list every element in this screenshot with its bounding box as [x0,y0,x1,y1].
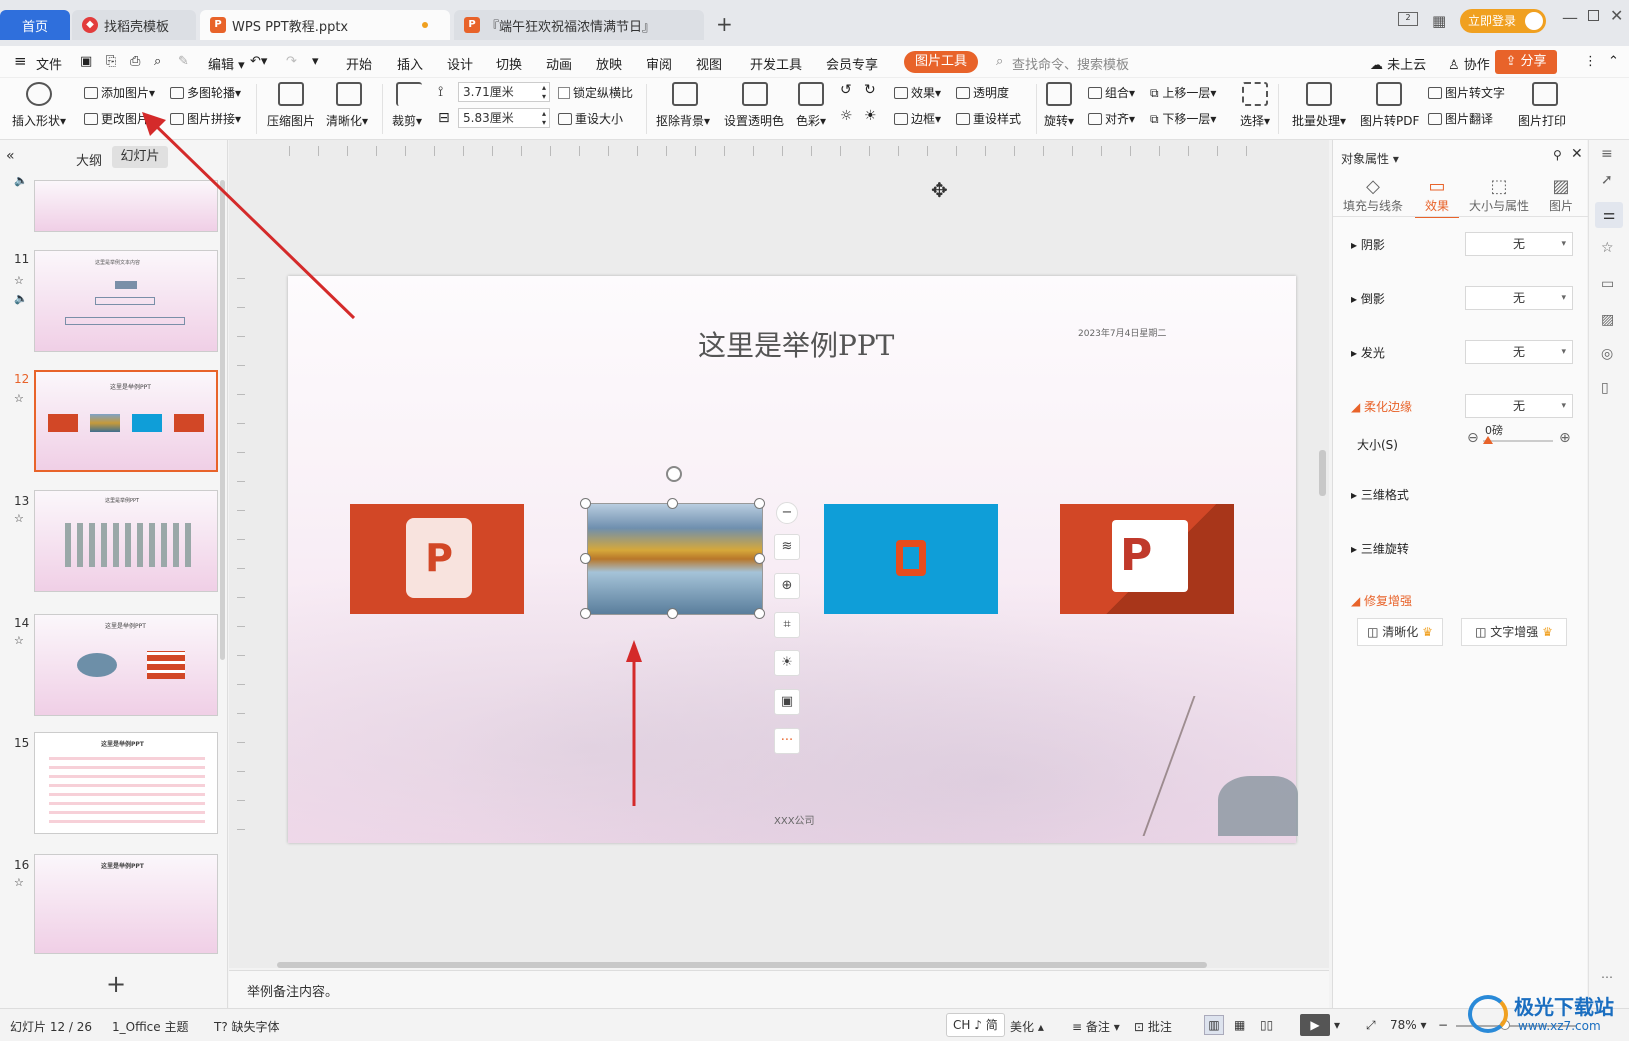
comment-toggle-label: 批注 [1147,1020,1172,1034]
tab-effect[interactable]: ▭ 效果 [1415,176,1459,218]
beautify-button[interactable]: 美化 ▴ [1010,1018,1044,1035]
beautify-label: 美化 [1010,1020,1035,1034]
sharpen-panel-icon: ◫ [1367,625,1379,639]
theme-name[interactable]: 1_Office 主题 [112,1018,188,1035]
ime-indicator[interactable]: CH ♪ 简 [946,1013,1005,1037]
glow-section[interactable]: ▸ 发光 [1351,344,1385,361]
repair-enhance-section[interactable]: ◢ 修复增强 [1351,592,1412,609]
notes-text[interactable]: 举例备注内容。 [247,981,338,1000]
tab-size-props[interactable]: ⬚ 大小与属性 [1467,176,1531,214]
crown-icon: ♛ [1422,625,1433,639]
reading-view-icon[interactable]: ▯▯ [1260,1018,1273,1032]
notes-toggle[interactable]: ≡ 备注 ▾ [1072,1018,1120,1035]
fill-icon: ◇ [1366,176,1380,197]
reflection-section[interactable]: ▸ 倒影 [1351,290,1385,307]
notes-toggle-label: 备注 [1085,1020,1110,1034]
shadow-select[interactable]: 无 [1465,232,1573,256]
normal-view-icon[interactable]: ▥ [1204,1015,1224,1035]
tab-picture[interactable]: ▨ 图片 [1539,176,1583,214]
effect-tab-icon: ▭ [1428,176,1446,197]
watermark-logo: 极光下载站 www.xz7.com [1468,987,1628,1041]
reflection-label: 倒影 [1360,292,1385,306]
tab-fill-line-label: 填充与线条 [1342,199,1403,213]
plus-circle-icon[interactable]: ⊕ [1559,430,1571,446]
tab-size-props-label: 大小与属性 [1468,199,1529,213]
missing-font-label: 缺失字体 [231,1020,280,1034]
object-properties-panel: 对象属性 ▾ ⚲ ✕ ◇ 填充与线条 ▭ 效果 ⬚ 大小与属性 ▨ 图片 ▸ 阴影 无 … [1332,140,1588,1008]
glow-label: 发光 [1360,346,1385,360]
crown-icon: ♛ [1542,625,1553,639]
tab-fill-line[interactable]: ◇ 填充与线条 [1341,176,1405,214]
star-shape-icon[interactable]: ☆ [1601,240,1614,256]
sharpen-panel-label: 清晰化 [1382,625,1419,639]
3d-rotation-label: 三维旋转 [1360,542,1409,556]
panel-header[interactable]: 对象属性 ▾ [1341,150,1399,167]
arrow-to-change-picture [150,120,356,320]
divider [1333,216,1588,217]
text-enhance-button[interactable]: ◫ 文字增强 ♛ [1461,618,1567,646]
slide-count: 幻灯片 12 / 26 [10,1020,93,1034]
shadow-section[interactable]: ▸ 阴影 [1351,236,1385,253]
glow-select[interactable]: 无 [1465,340,1573,364]
zoom-level[interactable]: 78% ▾ [1390,1018,1427,1032]
font-icon: T? [214,1020,228,1034]
picture-side-icon[interactable]: ▨ [1601,312,1614,328]
watermark-url: www.xz7.com [1518,1019,1601,1033]
book-icon[interactable]: ▯ [1601,380,1609,396]
picture-tab-icon: ▨ [1552,176,1570,197]
status-bar: 幻灯片 12 / 26 1_Office 主题 T? 缺失字体 CH ♪ 简 美… [0,995,1629,1041]
pin-icon[interactable]: ⚲ [1553,148,1562,162]
3d-format-section[interactable]: ▸ 三维格式 [1351,486,1409,503]
menu-lines-icon[interactable]: ≡ [1601,146,1613,162]
3d-format-label: 三维格式 [1360,488,1409,502]
panel-header-label: 对象属性 [1341,152,1390,166]
watermark-name: 极光下载站 [1514,995,1614,1019]
soft-edge-select[interactable]: 无 [1465,394,1573,418]
tab-picture-label: 图片 [1548,199,1573,213]
arrowhead-icon [626,640,642,662]
soft-edge-section[interactable]: ◢ 柔化边缘 [1351,398,1412,415]
text-enhance-label: 文字增强 [1490,625,1539,639]
rocket-icon[interactable]: ➚ [1601,172,1613,188]
minus-circle-icon[interactable]: ⊖ [1467,430,1479,446]
comment-toggle[interactable]: ⊡ 批注 [1134,1018,1172,1035]
play-slideshow-button[interactable]: ▶ [1300,1014,1330,1036]
watermark-swirl-icon [1468,995,1508,1033]
3d-rotation-section[interactable]: ▸ 三维旋转 [1351,540,1409,557]
location-icon[interactable]: ◎ [1601,346,1613,362]
comment-icon: ⊡ [1134,1020,1145,1034]
missing-font[interactable]: T? 缺失字体 [214,1018,280,1035]
notes-pane[interactable]: 举例备注内容。 [229,970,1329,1008]
size-icon: ⬚ [1490,176,1508,197]
settings-sliders-icon[interactable]: ⚌ [1595,202,1623,228]
notes-icon: ≡ [1072,1020,1083,1034]
zoom-out-button[interactable]: − [1438,1018,1448,1032]
soft-size-value: 0磅 [1485,424,1503,437]
soft-edge-label: 柔化边缘 [1364,400,1413,414]
close-panel-icon[interactable]: ✕ [1571,146,1583,162]
comment-icon[interactable]: ▭ [1601,276,1614,292]
tab-effect-label: 效果 [1424,199,1449,213]
soft-size-slider[interactable] [1483,440,1553,442]
grid-view-icon[interactable]: ▦ [1234,1018,1245,1032]
zoom-value: 78% [1390,1018,1417,1032]
repair-enhance-label: 修复增强 [1364,594,1413,608]
text-enhance-icon: ◫ [1475,625,1487,639]
reflection-select[interactable]: 无 [1465,286,1573,310]
more-dots-icon[interactable]: ⋯ [1601,970,1613,984]
side-tool-strip: ≡ ➚ ⚌ ☆ ▭ ▨ ◎ ▯ ⋯ [1588,140,1629,1008]
soft-size-label: 大小(S) [1357,438,1398,452]
fit-window-icon[interactable]: ⤢ [1366,1018,1376,1033]
sharpen-panel-button[interactable]: ◫ 清晰化 ♛ [1357,618,1443,646]
play-options-icon[interactable]: ▾ [1334,1018,1340,1032]
shadow-label: 阴影 [1360,238,1385,252]
